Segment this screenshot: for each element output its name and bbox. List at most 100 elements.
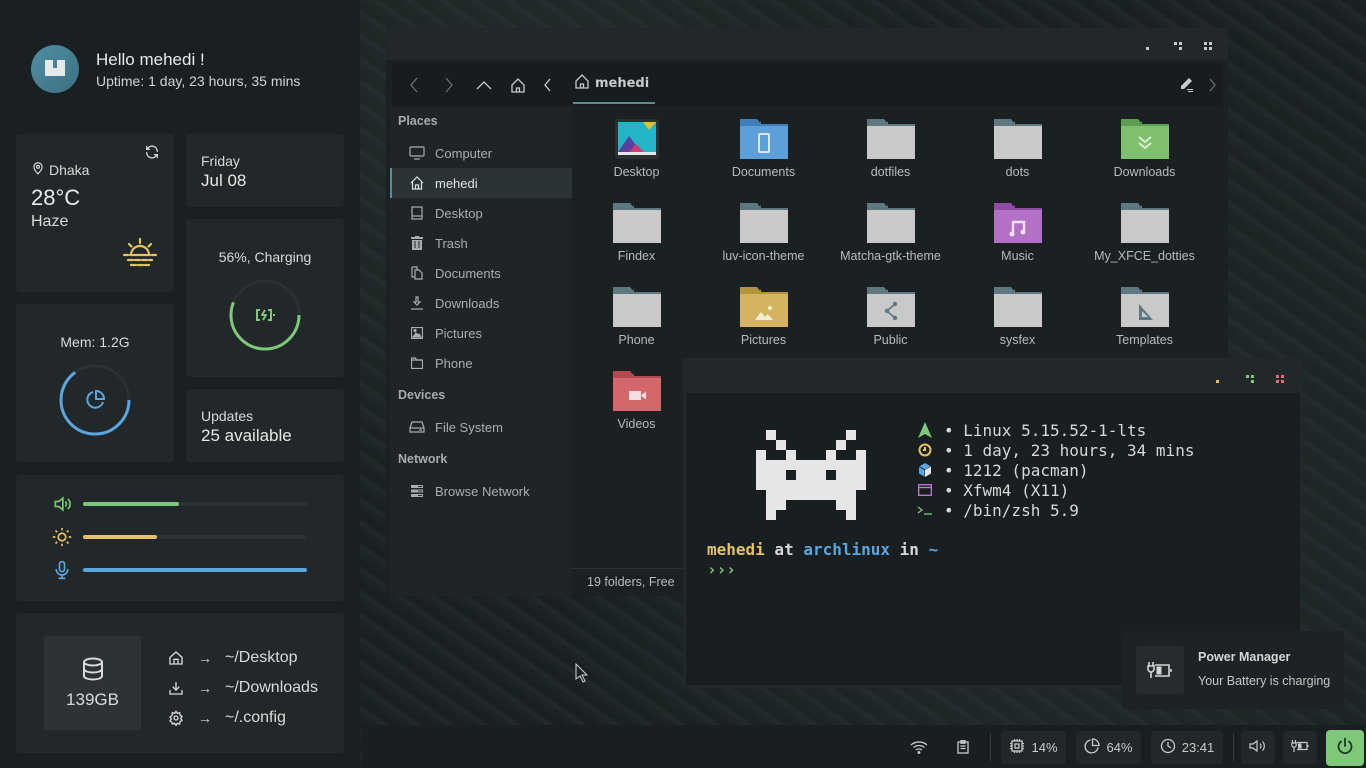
- breadcrumb-underline: [573, 102, 655, 104]
- brightness-icon[interactable]: [52, 527, 72, 547]
- minimize-button[interactable]: [1143, 38, 1153, 50]
- edit-location-icon[interactable]: [1176, 75, 1196, 95]
- sidebar-item-trash[interactable]: Trash: [390, 228, 572, 258]
- link-desktop[interactable]: → ~/Desktop: [167, 643, 318, 673]
- volume-button[interactable]: [1241, 731, 1275, 764]
- file-item-label: My_XFCE_dotties: [1094, 249, 1195, 263]
- breadcrumb[interactable]: mehedi: [574, 73, 649, 93]
- file-item-label: sysfex: [999, 333, 1036, 347]
- folder-icon: [993, 287, 1042, 327]
- microphone-slider-row: [52, 560, 307, 580]
- file-item-label: dotfiles: [870, 165, 911, 179]
- home-icon: [167, 650, 185, 666]
- maximize-button[interactable]: [1173, 38, 1183, 50]
- close-button[interactable]: [1203, 38, 1213, 50]
- file-item-my-xfce-dotties[interactable]: My_XFCE_dotties: [1081, 191, 1208, 263]
- wifi-icon[interactable]: [909, 737, 929, 757]
- file-manager-toolbar: mehedi: [392, 63, 1222, 106]
- pictures-folder-icon: [739, 287, 788, 327]
- battery-button[interactable]: [1283, 731, 1317, 764]
- info-shell: • /bin/zsh 5.9: [916, 500, 1194, 520]
- clock-icon: [1160, 738, 1176, 757]
- file-item-templates[interactable]: Templates: [1081, 275, 1208, 347]
- link-downloads[interactable]: → ~/Downloads: [167, 673, 318, 703]
- memory-card: Mem: 1.2G: [16, 304, 174, 462]
- brightness-slider-fill: [83, 535, 157, 539]
- battery-plug-icon: [1136, 646, 1184, 694]
- desktop-icon: [409, 205, 425, 221]
- sidebar-item-pictures[interactable]: Pictures: [390, 318, 572, 348]
- info-kernel: • Linux 5.15.52-1-lts: [916, 420, 1194, 440]
- volume-icon[interactable]: [52, 494, 72, 514]
- sidebar-item-file-system[interactable]: File System: [390, 412, 572, 442]
- refresh-icon[interactable]: [144, 144, 160, 165]
- folder-icon: [866, 119, 915, 159]
- sidebar-item-desktop[interactable]: Desktop: [390, 198, 572, 228]
- file-item-label: Templates: [1116, 333, 1173, 347]
- home-icon[interactable]: [508, 75, 528, 95]
- notification-title: Power Manager: [1198, 650, 1291, 664]
- download-icon: [409, 295, 425, 311]
- updates-card[interactable]: Updates 25 available: [186, 389, 344, 462]
- file-item-label: Videos: [617, 417, 656, 431]
- forward-icon[interactable]: [439, 75, 459, 95]
- file-item-dotfiles[interactable]: dotfiles: [827, 107, 954, 179]
- sidebar-item-phone[interactable]: Phone: [390, 348, 572, 378]
- memory-value: 64%: [1106, 740, 1133, 755]
- folder-icon: [739, 203, 788, 243]
- templates-folder-icon: [1120, 287, 1169, 327]
- greeting-header: Hello mehedi ! Uptime: 1 day, 23 hours, …: [31, 45, 300, 93]
- memory-indicator[interactable]: 64%: [1076, 731, 1141, 764]
- file-item-pictures[interactable]: Pictures: [700, 275, 827, 347]
- greeting-title: Hello mehedi !: [96, 49, 205, 69]
- file-item-matcha-gtk-theme[interactable]: Matcha-gtk-theme: [827, 191, 954, 263]
- prompt-symbol: ›››: [707, 560, 736, 579]
- file-item-findex[interactable]: Findex: [573, 191, 700, 263]
- breadcrumb-right-icon[interactable]: [1202, 75, 1222, 95]
- minimize-button[interactable]: [1213, 371, 1223, 383]
- file-manager-titlebar[interactable]: [386, 28, 1228, 60]
- system-info: • Linux 5.15.52-1-lts • 1 day, 23 hours,…: [916, 420, 1194, 520]
- cpu-indicator[interactable]: 14%: [1001, 731, 1066, 764]
- file-item-documents[interactable]: Documents: [700, 107, 827, 179]
- file-item-videos[interactable]: Videos: [573, 359, 700, 431]
- sidebar-item-mehedi[interactable]: mehedi: [390, 168, 572, 198]
- pie-chart-icon: [83, 388, 107, 412]
- clipboard-icon[interactable]: [953, 737, 973, 757]
- folder-icon: [866, 203, 915, 243]
- file-item-downloads[interactable]: Downloads: [1081, 107, 1208, 179]
- sidebar-item-browse-network[interactable]: Browse Network: [390, 476, 572, 506]
- clock-indicator[interactable]: 23:41: [1151, 731, 1223, 764]
- network-icon: [409, 483, 425, 499]
- microphone-slider[interactable]: [83, 568, 307, 572]
- sidebar-item-downloads[interactable]: Downloads: [390, 288, 572, 318]
- close-button[interactable]: [1275, 371, 1285, 383]
- database-icon: [44, 657, 141, 686]
- notification[interactable]: Power Manager Your Battery is charging: [1122, 631, 1344, 709]
- file-item-label: Music: [1001, 249, 1034, 263]
- power-button[interactable]: [1326, 730, 1364, 766]
- up-icon[interactable]: [474, 75, 494, 95]
- file-item-music[interactable]: Music: [954, 191, 1081, 263]
- updates-title: Updates: [201, 408, 254, 424]
- back-icon[interactable]: [404, 75, 424, 95]
- sidebar-item-computer[interactable]: Computer: [390, 138, 572, 168]
- breadcrumb-left-icon[interactable]: [538, 75, 558, 95]
- maximize-button[interactable]: [1245, 371, 1255, 383]
- file-item-luv-icon-theme[interactable]: luv-icon-theme: [700, 191, 827, 263]
- brightness-slider[interactable]: [83, 535, 307, 539]
- link-config[interactable]: → ~/.config: [167, 703, 318, 733]
- updates-value: 25 available: [201, 426, 292, 445]
- microphone-icon[interactable]: [52, 560, 72, 580]
- volume-slider[interactable]: [83, 502, 307, 506]
- file-item-public[interactable]: Public: [827, 275, 954, 347]
- battery-card: 56%, Charging: [186, 219, 344, 377]
- arch-logo-icon: [916, 422, 934, 438]
- memory-ring: [59, 364, 131, 436]
- file-item-label: Documents: [731, 165, 796, 179]
- file-item-phone[interactable]: Phone: [573, 275, 700, 347]
- sidebar-item-documents[interactable]: Documents: [390, 258, 572, 288]
- file-item-sysfex[interactable]: sysfex: [954, 275, 1081, 347]
- file-item-desktop[interactable]: Desktop: [573, 107, 700, 179]
- file-item-dots[interactable]: dots: [954, 107, 1081, 179]
